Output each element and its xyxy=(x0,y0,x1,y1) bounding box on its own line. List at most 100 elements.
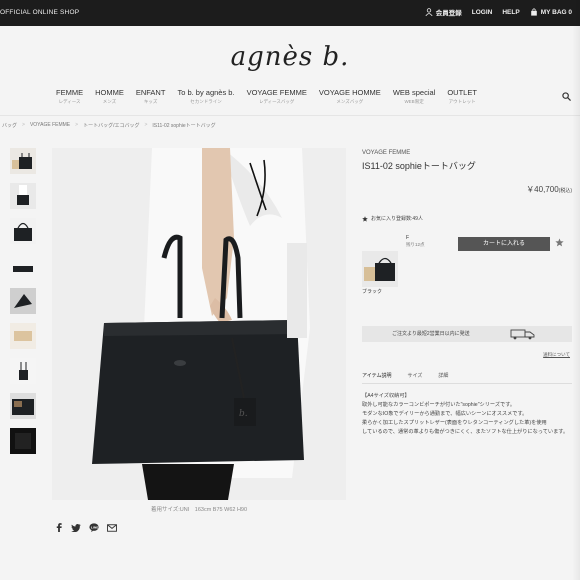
description-line: しているので、通常の革よりも傷がつきにくく、またソフトな仕上がりになっています。 xyxy=(362,429,569,435)
variant-row: F 残り12点 カートに入れる xyxy=(362,235,572,295)
thumbnail[interactable] xyxy=(10,358,36,384)
tab-size[interactable]: サイズ xyxy=(408,372,433,383)
login-label: LOGIN xyxy=(471,8,493,16)
thumbnail-list xyxy=(10,148,36,463)
nav-sublabel: レディース xyxy=(58,99,81,104)
product-brand[interactable]: VOYAGE FEMME xyxy=(362,150,572,156)
product-description: 【A4サイズ収納可】 取外し可能なカラーコンビポーチが付いた"sophie"シリ… xyxy=(362,392,572,437)
category-nav: FEMME レディース HOMME メンズ ENFANT キッズ To b. by a… xyxy=(50,88,483,105)
nav-label: OUTLET xyxy=(447,88,477,97)
my-bag-link[interactable]: MY BAG 0 xyxy=(530,8,572,16)
nav-sublabel: メンズ xyxy=(102,99,117,104)
description-line: 柔らかく加工したスプリットレザー(表面をウレタンコーティングした革)を使用 xyxy=(362,420,547,426)
help-link[interactable]: HELP xyxy=(502,9,519,16)
svg-text:b.: b. xyxy=(239,409,248,419)
nav-label: VOYAGE FEMME xyxy=(246,88,307,97)
register-link[interactable]: 会員登録 xyxy=(425,7,462,17)
top-bar: OFFICIAL ONLINE SHOP 会員登録 LOGIN HELP MY … xyxy=(0,0,580,26)
top-nav: 会員登録 LOGIN HELP MY BAG 0 xyxy=(425,7,572,17)
login-link[interactable]: LOGIN xyxy=(472,9,493,16)
share-links: LINE xyxy=(55,523,117,532)
thumbnail[interactable] xyxy=(10,183,36,209)
twitter-icon[interactable] xyxy=(71,523,81,532)
brand-logo[interactable]: agnès b. xyxy=(0,42,580,72)
favorites-label: お気に入り登録数:49人 xyxy=(371,216,423,222)
description-line: 【A4サイズ収納可】 xyxy=(362,393,410,399)
nav-sublabel: レディースバッグ xyxy=(258,99,295,104)
nav-femme[interactable]: FEMME レディース xyxy=(50,88,89,105)
nav-label: HOMME xyxy=(95,88,124,97)
nav-voyage-femme[interactable]: VOYAGE FEMME レディースバッグ xyxy=(241,88,313,105)
main-product-image: b. xyxy=(52,148,346,500)
tab-item-description[interactable]: アイテム説明 xyxy=(362,372,402,383)
star-icon xyxy=(362,215,368,222)
register-label: 会員登録 xyxy=(435,10,462,17)
add-to-cart-button[interactable]: カートに入れる xyxy=(458,237,550,251)
nav-label: WEB special xyxy=(392,88,436,97)
price-tax-note: (税込) xyxy=(558,188,572,194)
product-name: IS11-02 sophieトートバッグ xyxy=(362,161,476,171)
breadcrumb-current: IS11-02 sophieトートバッグ xyxy=(152,123,216,129)
help-label: HELP xyxy=(502,8,520,16)
nav-voyage-homme[interactable]: VOYAGE HOMME メンズバッグ xyxy=(313,88,387,105)
nav-enfant[interactable]: ENFANT キッズ xyxy=(130,88,172,105)
nav-label: FEMME xyxy=(56,88,84,97)
monitor-edge-shade xyxy=(572,0,580,580)
facebook-icon[interactable] xyxy=(55,523,63,532)
description-line: モダンなIO象でデイリーから通勤まで、幅広いシーンにオススメです。 xyxy=(362,411,528,417)
breadcrumb: バッグ > VOYAGE FEMME > トートバッグ/エコバッグ > IS11-02… xyxy=(2,122,216,129)
product-tabs: アイテム説明 サイズ 詳細 xyxy=(362,372,464,383)
nav-homme[interactable]: HOMME メンズ xyxy=(89,88,130,105)
thumbnail[interactable] xyxy=(10,393,36,419)
variant-thumbnail[interactable] xyxy=(362,251,398,287)
thumbnail[interactable] xyxy=(10,253,36,279)
nav-to-b[interactable]: To b. by agnès b. セカンドライン xyxy=(171,88,240,105)
breadcrumb-item[interactable]: バッグ xyxy=(2,122,17,129)
breadcrumb-item[interactable]: トートバッグ/エコバッグ xyxy=(83,122,139,129)
browser-screen: OFFICIAL ONLINE SHOP 会員登録 LOGIN HELP MY … xyxy=(0,0,580,580)
variant-stock: 残り12点 xyxy=(406,242,425,247)
thumbnail[interactable] xyxy=(10,428,36,454)
svg-text:LINE: LINE xyxy=(91,525,98,529)
mail-icon[interactable] xyxy=(107,523,117,532)
breadcrumb-item[interactable]: VOYAGE FEMME xyxy=(30,122,70,129)
nav-label: To b. by agnès b. xyxy=(177,88,235,97)
nav-web-special[interactable]: WEB special WEB限定 xyxy=(387,88,442,105)
favorites-count: お気に入り登録数:49人 xyxy=(362,215,572,222)
price-value: ￥40,700 xyxy=(526,185,559,194)
variant-color: ブラック xyxy=(362,289,383,295)
shipping-text: ご注文より最短2営業日以内に発送 xyxy=(392,331,470,337)
bag-icon xyxy=(530,8,537,16)
breadcrumb-separator: > xyxy=(75,122,79,128)
thumbnail[interactable] xyxy=(10,323,36,349)
nav-sublabel: メンズバッグ xyxy=(336,99,364,104)
tab-details[interactable]: 詳細 xyxy=(438,372,458,383)
nav-sublabel: WEB限定 xyxy=(404,99,424,104)
search-icon[interactable] xyxy=(562,92,571,101)
shipping-notice: ご注文より最短2営業日以内に発送 xyxy=(362,326,572,342)
nav-sublabel: アウトレット xyxy=(448,99,476,104)
thumbnail[interactable] xyxy=(10,148,36,174)
header-divider xyxy=(0,115,580,116)
thumbnail[interactable] xyxy=(10,218,36,244)
nav-sublabel: セカンドライン xyxy=(190,99,222,104)
nav-outlet[interactable]: OUTLET アウトレット xyxy=(441,88,483,105)
tab-divider xyxy=(362,383,572,384)
description-line: 取外し可能なカラーコンビポーチが付いた"sophie"シリーズです。 xyxy=(362,402,516,408)
nav-label: VOYAGE HOMME xyxy=(318,88,381,97)
person-icon xyxy=(425,8,433,16)
shipping-details-link[interactable]: 送料について xyxy=(543,352,570,358)
breadcrumb-separator: > xyxy=(22,122,25,128)
thumbnail[interactable] xyxy=(10,288,36,314)
model-size-caption: 着用サイズ:UNI 163cm B75 W62 H90 xyxy=(150,507,248,513)
nav-sublabel: キッズ xyxy=(143,99,158,104)
my-bag-label: MY BAG 0 xyxy=(540,8,572,16)
product-info-panel: VOYAGE FEMME IS11-02 sophieトートバッグ ￥40,70… xyxy=(362,150,572,435)
line-icon[interactable]: LINE xyxy=(89,523,99,532)
official-shop-label: OFFICIAL ONLINE SHOP xyxy=(0,9,80,16)
product-price: ￥40,700(税込) xyxy=(362,184,572,195)
truck-icon xyxy=(510,329,535,340)
favorite-star-icon[interactable] xyxy=(555,238,564,247)
breadcrumb-separator: > xyxy=(144,122,148,128)
nav-label: ENFANT xyxy=(135,88,166,97)
